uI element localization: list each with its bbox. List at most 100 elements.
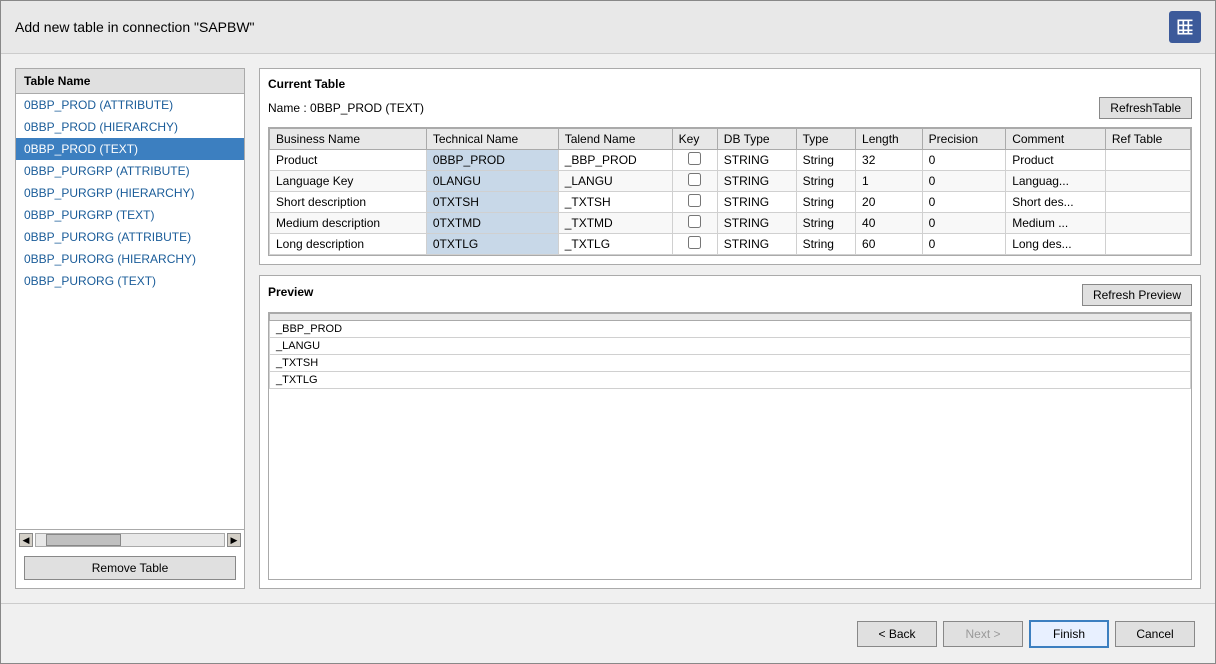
- table-cell: 0: [922, 234, 1006, 255]
- table-cell: 0: [922, 150, 1006, 171]
- table-cell: 0: [922, 192, 1006, 213]
- col-db-type: DB Type: [717, 129, 796, 150]
- table-cell: [1105, 234, 1190, 255]
- col-key: Key: [672, 129, 717, 150]
- list-item[interactable]: 0BBP_PURGRP (ATTRIBUTE): [16, 160, 244, 182]
- table-cell: Product: [1006, 150, 1106, 171]
- preview-section: Preview Refresh Preview _BBP_PROD_LANGU_…: [259, 275, 1201, 589]
- table-list: 0BBP_PROD (ATTRIBUTE)0BBP_PROD (HIERARCH…: [16, 94, 244, 529]
- preview-col-header: [270, 314, 1191, 321]
- table-cell: _TXTMD: [558, 213, 672, 234]
- content-area: Table Name 0BBP_PROD (ATTRIBUTE)0BBP_PRO…: [1, 54, 1215, 603]
- scroll-right-arrow[interactable]: ▶: [227, 533, 241, 547]
- table-cell: 60: [856, 234, 923, 255]
- table-cell: Short description: [270, 192, 427, 213]
- table-cell: 1: [856, 171, 923, 192]
- refresh-table-button[interactable]: RefreshTable: [1099, 97, 1192, 119]
- list-item[interactable]: 0BBP_PURGRP (TEXT): [16, 204, 244, 226]
- table-cell: [1105, 213, 1190, 234]
- key-checkbox[interactable]: [688, 194, 701, 207]
- table-cell: 0TXTLG: [426, 234, 558, 255]
- scroll-left-arrow[interactable]: ◀: [19, 533, 33, 547]
- table-cell: String: [796, 213, 855, 234]
- preview-label: Preview: [268, 285, 313, 299]
- table-cell: String: [796, 171, 855, 192]
- back-button[interactable]: < Back: [857, 621, 937, 647]
- col-ref-table: Ref Table: [1105, 129, 1190, 150]
- table-cell: Medium ...: [1006, 213, 1106, 234]
- table-svg-icon: [1175, 17, 1195, 37]
- col-business-name: Business Name: [270, 129, 427, 150]
- col-comment: Comment: [1006, 129, 1106, 150]
- name-prefix: Name :: [268, 101, 310, 115]
- table-cell: 20: [856, 192, 923, 213]
- left-panel: Table Name 0BBP_PROD (ATTRIBUTE)0BBP_PRO…: [15, 68, 245, 589]
- col-precision: Precision: [922, 129, 1006, 150]
- table-cell: _BBP_PROD: [558, 150, 672, 171]
- table-name-label: Name : 0BBP_PROD (TEXT): [268, 101, 424, 115]
- table-cell: STRING: [717, 213, 796, 234]
- table-row: Product0BBP_PROD_BBP_PRODSTRINGString320…: [270, 150, 1191, 171]
- preview-row: _BBP_PROD: [270, 321, 1191, 338]
- finish-button[interactable]: Finish: [1029, 620, 1109, 648]
- key-checkbox[interactable]: [688, 152, 701, 165]
- table-cell: 0: [922, 213, 1006, 234]
- table-cell: Medium description: [270, 213, 427, 234]
- table-cell: STRING: [717, 234, 796, 255]
- current-table-section: Current Table Name : 0BBP_PROD (TEXT) Re…: [259, 68, 1201, 265]
- table-cell: 0LANGU: [426, 171, 558, 192]
- table-row: Medium description0TXTMD_TXTMD STRINGStri…: [270, 213, 1191, 234]
- dialog: Add new table in connection "SAPBW" Tabl…: [0, 0, 1216, 664]
- list-item[interactable]: 0BBP_PROD (HIERARCHY): [16, 116, 244, 138]
- current-table-name: 0BBP_PROD (TEXT): [310, 101, 424, 115]
- next-button[interactable]: Next >: [943, 621, 1023, 647]
- refresh-preview-button[interactable]: Refresh Preview: [1082, 284, 1192, 306]
- horizontal-scrollbar[interactable]: ◀ ▶: [16, 529, 244, 550]
- list-item[interactable]: 0BBP_PROD (ATTRIBUTE): [16, 94, 244, 116]
- list-item[interactable]: 0BBP_PURORG (HIERARCHY): [16, 248, 244, 270]
- table-cell: Product: [270, 150, 427, 171]
- key-checkbox[interactable]: [688, 236, 701, 249]
- table-cell: 0: [922, 171, 1006, 192]
- col-technical-name: Technical Name: [426, 129, 558, 150]
- table-header-row: Business Name Technical Name Talend Name…: [270, 129, 1191, 150]
- remove-table-button[interactable]: Remove Table: [24, 556, 236, 580]
- list-item[interactable]: 0BBP_PURORG (TEXT): [16, 270, 244, 292]
- scroll-track[interactable]: [35, 533, 225, 547]
- col-type: Type: [796, 129, 855, 150]
- preview-cell: _TXTSH: [270, 355, 1191, 372]
- table-cell: [1105, 171, 1190, 192]
- bottom-bar: < Back Next > Finish Cancel: [1, 603, 1215, 663]
- cancel-button[interactable]: Cancel: [1115, 621, 1195, 647]
- table-cell: 0TXTMD: [426, 213, 558, 234]
- table-cell: STRING: [717, 171, 796, 192]
- table-cell: Language Key: [270, 171, 427, 192]
- preview-table-wrapper: _BBP_PROD_LANGU_TXTSH_TXTLG: [268, 312, 1192, 580]
- dialog-title: Add new table in connection "SAPBW": [15, 19, 255, 35]
- title-bar: Add new table in connection "SAPBW": [1, 1, 1215, 54]
- preview-row: _LANGU: [270, 338, 1191, 355]
- preview-cell: _TXTLG: [270, 372, 1191, 389]
- preview-cell: _BBP_PROD: [270, 321, 1191, 338]
- table-cell: Long des...: [1006, 234, 1106, 255]
- preview-header-row: [270, 314, 1191, 321]
- list-item[interactable]: 0BBP_PROD (TEXT): [16, 138, 244, 160]
- current-table-header: Name : 0BBP_PROD (TEXT) RefreshTable: [268, 97, 1192, 119]
- preview-cell: _LANGU: [270, 338, 1191, 355]
- current-table-label: Current Table: [268, 77, 1192, 91]
- table-cell: _LANGU: [558, 171, 672, 192]
- key-checkbox[interactable]: [688, 173, 701, 186]
- list-item[interactable]: 0BBP_PURORG (ATTRIBUTE): [16, 226, 244, 248]
- key-checkbox[interactable]: [688, 215, 701, 228]
- right-panel: Current Table Name : 0BBP_PROD (TEXT) Re…: [259, 68, 1201, 589]
- col-length: Length: [856, 129, 923, 150]
- list-item[interactable]: 0BBP_PURGRP (HIERARCHY): [16, 182, 244, 204]
- table-name-header: Table Name: [16, 69, 244, 94]
- table-cell: String: [796, 234, 855, 255]
- table-row: Long description0TXTLG_TXTLGSTRINGString…: [270, 234, 1191, 255]
- table-cell: Short des...: [1006, 192, 1106, 213]
- table-cell: [1105, 150, 1190, 171]
- table-cell: [1105, 192, 1190, 213]
- preview-row: _TXTLG: [270, 372, 1191, 389]
- table-row: Language Key0LANGU_LANGUSTRINGString10La…: [270, 171, 1191, 192]
